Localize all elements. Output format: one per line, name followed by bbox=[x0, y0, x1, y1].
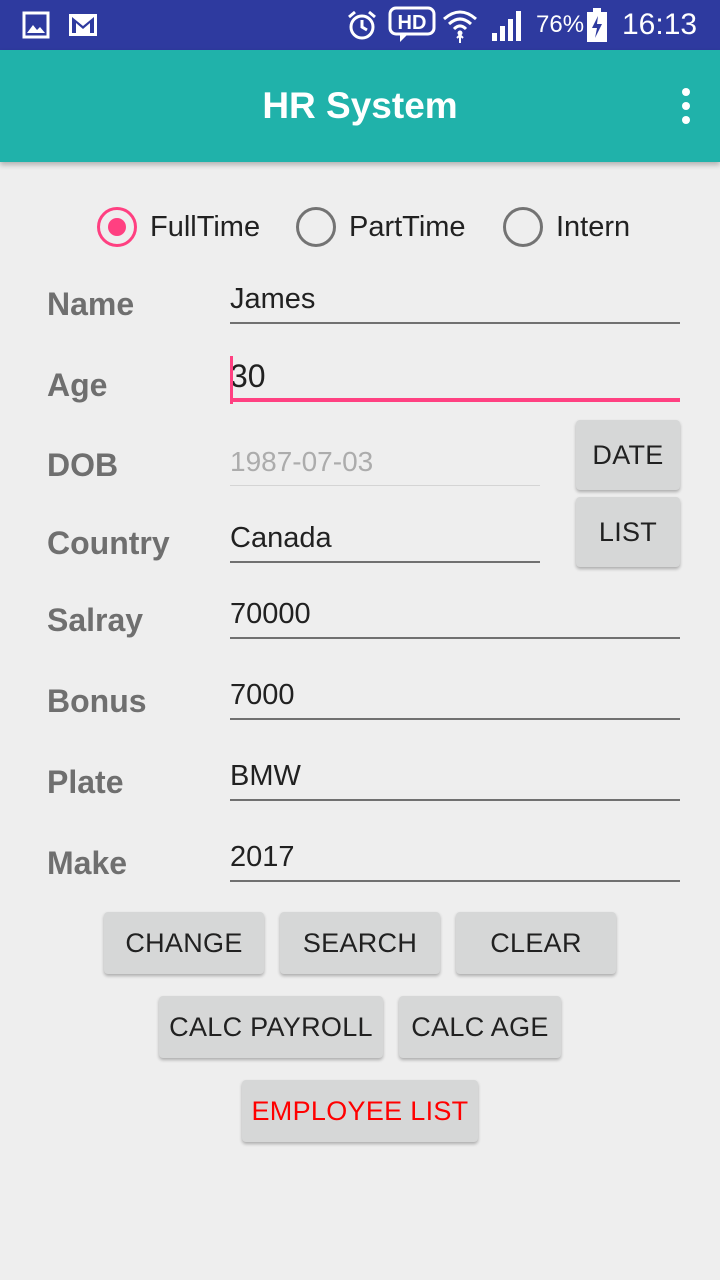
more-vert-icon[interactable] bbox=[676, 88, 696, 124]
search-button[interactable]: SEARCH bbox=[280, 912, 440, 974]
name-field[interactable] bbox=[230, 276, 680, 324]
radio-label-intern: Intern bbox=[556, 210, 631, 243]
age-label: Age bbox=[47, 367, 108, 403]
bonus-input[interactable] bbox=[230, 672, 680, 718]
text-cursor bbox=[230, 356, 233, 404]
radio-label-fulltime: FullTime bbox=[150, 210, 261, 243]
make-input[interactable] bbox=[230, 834, 680, 880]
status-bar: HD 76% 16:13 bbox=[0, 0, 720, 50]
plate-label: Plate bbox=[47, 764, 124, 800]
radio-fulltime[interactable]: FullTime bbox=[97, 205, 260, 249]
plate-input[interactable] bbox=[230, 753, 680, 799]
signal-icon bbox=[490, 0, 526, 50]
alarm-icon bbox=[346, 0, 378, 50]
name-input[interactable] bbox=[230, 276, 680, 322]
battery-charging-icon bbox=[586, 0, 608, 50]
country-input[interactable] bbox=[230, 515, 540, 561]
battery-percent: 76% bbox=[536, 11, 585, 38]
age-field[interactable] bbox=[230, 354, 680, 404]
make-field[interactable] bbox=[230, 834, 680, 882]
gallery-icon bbox=[22, 0, 50, 50]
date-button[interactable]: DATE bbox=[576, 420, 680, 490]
age-input[interactable] bbox=[230, 354, 680, 398]
radio-checked-icon bbox=[97, 207, 137, 247]
app-title: HR System bbox=[262, 85, 458, 126]
clear-button[interactable]: CLEAR bbox=[456, 912, 616, 974]
name-label: Name bbox=[47, 286, 135, 322]
salary-input[interactable] bbox=[230, 591, 680, 637]
radio-intern[interactable]: Intern bbox=[503, 205, 630, 249]
salary-label: Salray bbox=[47, 602, 144, 638]
svg-text:HD: HD bbox=[398, 12, 427, 34]
make-label: Make bbox=[47, 845, 128, 881]
gmail-icon bbox=[68, 0, 98, 50]
wifi-icon bbox=[442, 0, 478, 50]
country-label: Country bbox=[47, 525, 170, 561]
radio-unchecked-icon bbox=[503, 207, 543, 247]
dob-field bbox=[230, 438, 540, 486]
dob-label: DOB bbox=[47, 447, 119, 483]
plate-field[interactable] bbox=[230, 753, 680, 801]
radio-label-parttime: PartTime bbox=[349, 210, 466, 243]
calc-payroll-button[interactable]: CALC PAYROLL bbox=[159, 996, 383, 1058]
app-bar: HR System bbox=[0, 50, 720, 162]
hd-voice-icon: HD bbox=[388, 0, 436, 50]
list-button[interactable]: LIST bbox=[576, 497, 680, 567]
calc-age-button[interactable]: CALC AGE bbox=[399, 996, 561, 1058]
country-field[interactable] bbox=[230, 515, 540, 563]
radio-unchecked-icon bbox=[296, 207, 336, 247]
radio-parttime[interactable]: PartTime bbox=[296, 205, 466, 249]
bonus-label: Bonus bbox=[47, 683, 147, 719]
employee-list-button[interactable]: EMPLOYEE LIST bbox=[242, 1080, 478, 1142]
dob-input bbox=[230, 438, 540, 485]
salary-field[interactable] bbox=[230, 591, 680, 639]
bonus-field[interactable] bbox=[230, 672, 680, 720]
clock: 16:13 bbox=[622, 8, 698, 41]
change-button[interactable]: CHANGE bbox=[104, 912, 264, 974]
